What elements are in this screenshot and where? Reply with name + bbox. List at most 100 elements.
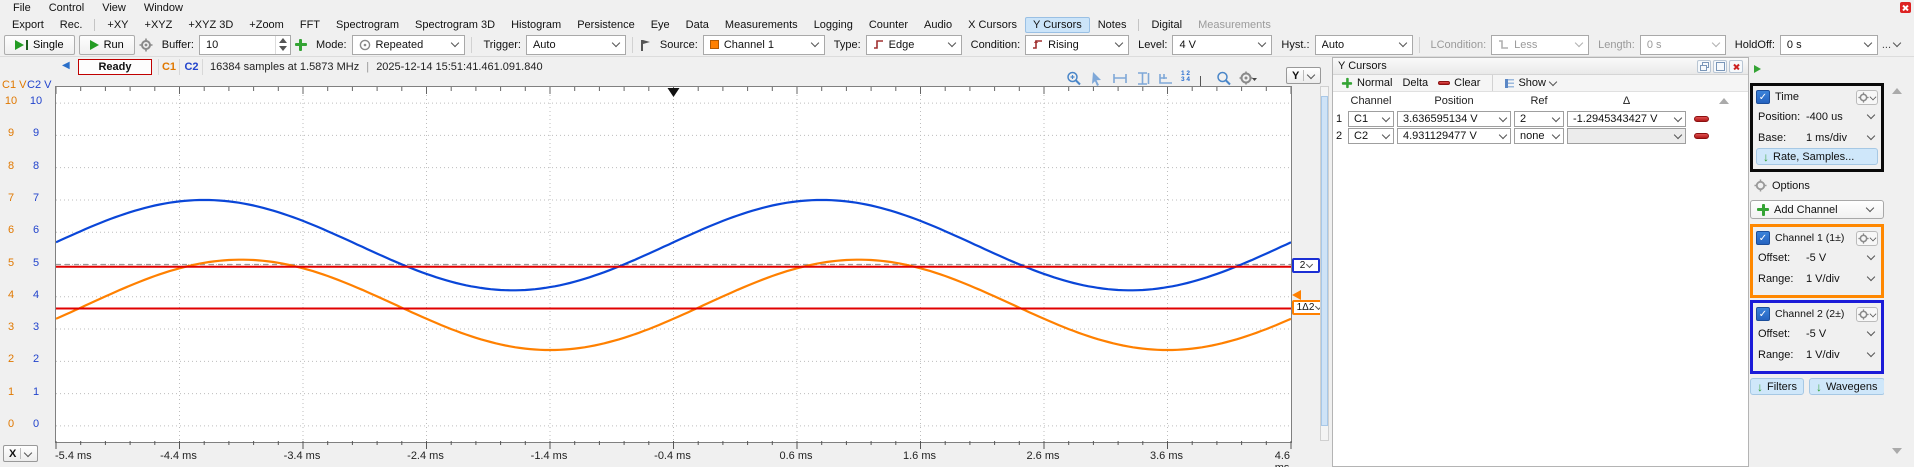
tab-y-cursors[interactable]: Y Cursors — [1025, 17, 1090, 33]
x-axis-menu-button[interactable]: X — [3, 445, 38, 462]
time-settings-gear-icon[interactable] — [1856, 90, 1878, 105]
options-button[interactable]: Options — [1754, 179, 1810, 192]
cursor-1-position-dropdown[interactable]: 3.636595134 V — [1397, 111, 1511, 127]
cursor-1-channel-dropdown[interactable]: C1 — [1348, 111, 1394, 127]
maximize-window-icon[interactable] — [1713, 60, 1727, 73]
type-dropdown[interactable]: Edge — [866, 35, 962, 55]
time-checkbox[interactable]: ✓ — [1756, 90, 1770, 104]
tab-histogram[interactable]: Histogram — [503, 17, 569, 33]
remove-cursor-button[interactable] — [1694, 133, 1709, 139]
zoom-icon[interactable] — [1216, 71, 1234, 86]
show-menu-button[interactable]: Show — [1505, 77, 1556, 89]
tab-digital[interactable]: Digital — [1143, 17, 1190, 33]
menu-view[interactable]: View — [93, 1, 135, 15]
wavegens-button[interactable]: ↓ Wavegens — [1809, 378, 1885, 395]
menu-window[interactable]: Window — [135, 1, 192, 15]
quad-view-icon[interactable]: 1 23 4 — [1181, 71, 1199, 86]
trigger-dropdown[interactable]: Auto — [526, 35, 626, 55]
zoom-in-icon[interactable] — [1066, 71, 1084, 86]
tab-xyz-3d[interactable]: +XYZ 3D — [180, 17, 241, 33]
tab-logging[interactable]: Logging — [806, 17, 861, 33]
tab-data[interactable]: Data — [678, 17, 717, 33]
y-cursors-titlebar[interactable]: Y Cursors — [1333, 58, 1748, 75]
tab-rec[interactable]: Rec. — [52, 17, 91, 33]
condition-dropdown[interactable]: Rising — [1025, 35, 1129, 55]
single-button[interactable]: Single — [4, 35, 75, 55]
channel2-offset-dropdown[interactable]: -5 V — [1806, 328, 1878, 340]
spin-up-icon[interactable] — [279, 38, 287, 43]
channel2-checkbox[interactable]: ✓ — [1756, 307, 1770, 321]
time-base-dropdown[interactable]: 1 ms/div — [1806, 132, 1878, 144]
mode-dropdown[interactable]: Repeated — [352, 35, 466, 55]
channel1-settings-gear-icon[interactable] — [1856, 231, 1878, 246]
buffer-spinner[interactable]: 10 — [199, 35, 291, 55]
cursor-1-ref-dropdown[interactable]: 2 — [1514, 111, 1564, 127]
channel2-badge[interactable]: C2 — [181, 59, 203, 75]
tab-xy[interactable]: +XY — [99, 17, 136, 33]
cursor-2-channel-dropdown[interactable]: C2 — [1348, 128, 1394, 144]
tab-measurements[interactable]: Measurements — [1190, 17, 1279, 33]
plot-vertical-scrollbar-thumb[interactable] — [1321, 96, 1328, 426]
scroll-up-icon[interactable] — [1892, 88, 1902, 94]
rate-samples-button[interactable]: ↓ Rate, Samples... — [1756, 148, 1878, 165]
channel1-checkbox[interactable]: ✓ — [1756, 231, 1770, 245]
tab-spectrogram[interactable]: Spectrogram — [328, 17, 407, 33]
spin-down-icon[interactable] — [279, 46, 287, 51]
toolbar-overflow-button[interactable]: ... — [1882, 39, 1904, 51]
cursor-2-position-dropdown[interactable]: 4.931129477 V — [1397, 128, 1511, 144]
tab-export[interactable]: Export — [4, 17, 52, 33]
scroll-down-icon[interactable] — [1892, 448, 1902, 454]
tab-eye[interactable]: Eye — [643, 17, 678, 33]
corner-measure-icon[interactable] — [1158, 71, 1176, 86]
channel1-offset-dropdown[interactable]: -5 V — [1806, 252, 1878, 264]
tab-zoom[interactable]: +Zoom — [241, 17, 292, 33]
buffer-spin-arrows[interactable] — [275, 36, 290, 54]
tab-fft[interactable]: FFT — [292, 17, 328, 33]
scroll-up-icon[interactable] — [1719, 98, 1729, 104]
float-window-icon[interactable] — [1697, 60, 1711, 73]
tab-x-cursors[interactable]: X Cursors — [960, 17, 1025, 33]
tab-measurements[interactable]: Measurements — [717, 17, 806, 33]
close-panel-icon[interactable] — [1729, 60, 1743, 73]
channel1-range-dropdown[interactable]: 1 V/div — [1806, 273, 1878, 285]
pointer-icon[interactable] — [1089, 71, 1107, 86]
add-acquisition-icon[interactable] — [295, 39, 307, 51]
add-channel-button[interactable]: Add Channel — [1750, 200, 1884, 219]
run-button[interactable]: Run — [79, 35, 135, 55]
plot-settings-gear-icon[interactable] — [1239, 71, 1257, 86]
tab-notes[interactable]: Notes — [1090, 17, 1135, 33]
menu-control[interactable]: Control — [40, 1, 93, 15]
tab-spectrogram-3d[interactable]: Spectrogram 3D — [407, 17, 503, 33]
scan-options-icon[interactable] — [139, 38, 153, 52]
cursor-2-ref-dropdown[interactable]: none — [1514, 128, 1564, 144]
remove-cursor-button[interactable] — [1694, 116, 1709, 122]
source-dropdown[interactable]: Channel 1 — [703, 35, 825, 55]
trigger-level-marker[interactable] — [1292, 290, 1301, 300]
tab-xyz[interactable]: +XYZ — [137, 17, 181, 33]
scope-plot[interactable] — [55, 86, 1292, 443]
cursor-1-delta-dropdown[interactable]: -1.2945343427 V — [1567, 111, 1686, 127]
history-back-icon[interactable]: ◀ — [62, 60, 70, 71]
tab-persistence[interactable]: Persistence — [569, 17, 642, 33]
filters-button[interactable]: ↓ Filters — [1750, 378, 1804, 395]
trigger-position-marker[interactable] — [668, 88, 680, 97]
close-icon[interactable] — [1900, 2, 1911, 13]
add-normal-cursor-button[interactable]: Normal — [1341, 77, 1392, 89]
vertical-measure-icon[interactable] — [1135, 71, 1153, 86]
tab-audio[interactable]: Audio — [916, 17, 960, 33]
time-position-dropdown[interactable]: -400 us — [1806, 111, 1878, 123]
holdoff-dropdown[interactable]: 0 s — [1780, 35, 1878, 55]
channel1-badge[interactable]: C1 — [158, 59, 180, 75]
level-dropdown[interactable]: 4 V — [1172, 35, 1272, 55]
side-panel-scrollbar[interactable] — [1884, 57, 1914, 467]
menu-file[interactable]: File — [4, 1, 40, 15]
cursor2-flag[interactable]: 2 — [1292, 258, 1320, 273]
clear-cursors-button[interactable]: Clear — [1438, 77, 1480, 89]
plot-canvas[interactable] — [56, 87, 1291, 442]
collapse-arrow-icon[interactable] — [1754, 65, 1761, 73]
tab-counter[interactable]: Counter — [861, 17, 916, 33]
hysteresis-dropdown[interactable]: Auto — [1315, 35, 1413, 55]
horizontal-measure-icon[interactable] — [1112, 71, 1130, 86]
add-delta-cursor-button[interactable]: Delta — [1402, 77, 1428, 89]
y-axis-menu-button[interactable]: Y — [1286, 67, 1321, 84]
